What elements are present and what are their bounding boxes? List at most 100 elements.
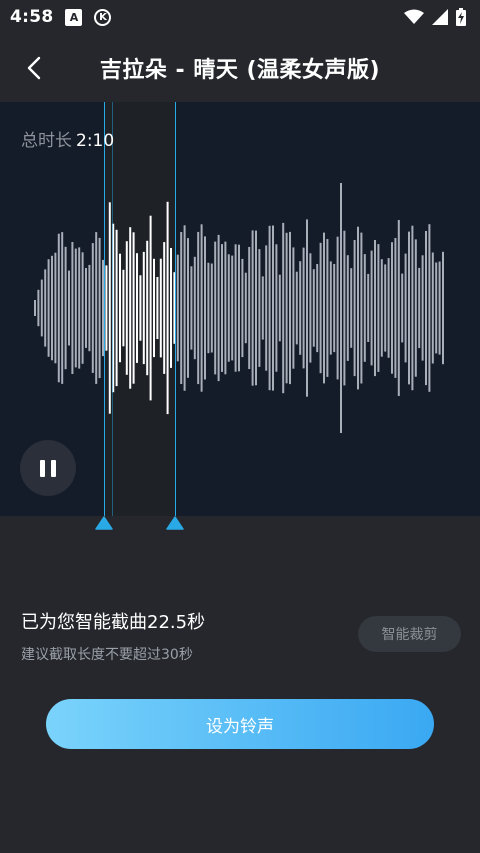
selection-end-line [175, 102, 176, 516]
waveform-bar [47, 259, 50, 357]
waveform-bar [404, 253, 407, 363]
waveform-bar [312, 269, 315, 347]
waveform-bar [156, 277, 159, 339]
waveform-bar [275, 244, 278, 372]
waveform-bar [384, 264, 387, 352]
waveform-bar [306, 219, 308, 397]
waveform-bar [170, 248, 172, 368]
waveform-bar [166, 201, 169, 415]
waveform-bar [231, 255, 234, 361]
waveform-bar [34, 300, 36, 316]
duration-label: 总时长 [21, 131, 72, 151]
waveform-bar [200, 224, 203, 392]
waveform-bar [418, 267, 421, 349]
waveform-bar [190, 266, 193, 350]
waveform-bar [238, 244, 240, 372]
waveform-bar [367, 273, 370, 342]
waveform-bar [125, 241, 128, 375]
waveform-bar [74, 248, 77, 368]
waveform-bar [411, 225, 414, 391]
waveform-bar [316, 264, 319, 353]
waveform-bar [95, 232, 98, 384]
waveform-bar [380, 259, 383, 357]
waveform-bar [132, 232, 135, 384]
waveform-bar [85, 268, 87, 348]
header: 吉拉朵 - 晴天 (温柔女声版) [0, 34, 480, 102]
waveform-bar [435, 262, 438, 354]
back-button[interactable] [14, 48, 54, 88]
waveform-bar [272, 225, 274, 391]
waveform-bar [64, 246, 67, 370]
waveform-bar [159, 258, 162, 358]
waveform-bar [57, 233, 60, 383]
set-ringtone-button[interactable]: 设为铃声 [46, 699, 434, 749]
waveform-panel[interactable]: 总时长 2:10 [0, 102, 480, 516]
battery-icon [456, 8, 466, 26]
waveform-bar [391, 242, 393, 374]
smart-cut-button[interactable]: 智能裁剪 [358, 616, 461, 652]
page-title: 吉拉朵 - 晴天 (温柔女声版) [99, 58, 381, 83]
waveform-bar [214, 241, 217, 375]
waveform-bar [81, 252, 84, 364]
waveform-bar [136, 253, 138, 363]
waveform-bar [163, 242, 166, 374]
waveform-bar [357, 226, 359, 390]
waveform-bar [180, 232, 183, 384]
waveform-bar [285, 232, 288, 384]
waveform-bar [139, 275, 142, 341]
waveform-bar [336, 236, 339, 380]
waveform-bar [244, 272, 247, 344]
waveform-bar [44, 269, 47, 347]
waveform-bar [221, 244, 223, 372]
waveform-bar [428, 224, 431, 392]
clip-info: 已为您智能截曲22.5秒 建议截取长度不要超过30秒 [21, 608, 205, 664]
waveform-bar [346, 255, 349, 361]
waveform-bar [289, 231, 291, 385]
waveform-bar [319, 242, 322, 374]
waveform-bar [183, 225, 186, 391]
waveform-bar [149, 215, 152, 401]
waveform-bar [421, 255, 424, 361]
wifi-icon [404, 9, 424, 24]
waveform-bar [414, 239, 417, 377]
waveform-bar [333, 264, 336, 353]
waveform-bar [197, 231, 200, 385]
waveform-bar [61, 232, 64, 384]
waveform-bar [268, 225, 271, 391]
waveform-bar [258, 249, 261, 367]
waveform-bar [265, 245, 268, 371]
waveform-bar [387, 258, 390, 358]
waveform-bar [394, 238, 397, 378]
waveform-bar [278, 274, 281, 342]
waveform-bar [295, 271, 298, 345]
waveform-bar [248, 247, 251, 369]
waveform-bar [187, 238, 189, 378]
waveform-bar [255, 230, 257, 386]
waveform-bar [115, 229, 118, 387]
waveform-bar [438, 261, 441, 355]
status-indicators [404, 8, 466, 26]
waveform-bar [251, 230, 254, 386]
chevron-left-icon [27, 56, 41, 80]
waveform-bar [98, 237, 101, 379]
selection-start-handle[interactable] [95, 516, 113, 530]
pause-icon-bar [51, 459, 56, 477]
waveform-bar [302, 247, 305, 369]
waveform-bar [51, 255, 53, 361]
waveform-bar [401, 273, 404, 343]
waveform-bar [431, 252, 434, 364]
waveform-bar [340, 183, 342, 433]
waveform-bar [408, 231, 410, 385]
playhead [112, 102, 113, 516]
waveform-bar [37, 289, 40, 327]
selection-end-handle[interactable] [166, 516, 184, 530]
waveform-bar [329, 261, 332, 355]
waveform-bar [122, 269, 125, 347]
waveform-bar [153, 258, 155, 358]
pause-button[interactable] [20, 440, 76, 496]
waveform-bar [54, 252, 57, 364]
notification-k-icon: K [94, 8, 112, 26]
waveform-bar [282, 222, 285, 394]
waveform-bar [377, 244, 380, 372]
signal-icon [432, 9, 448, 25]
